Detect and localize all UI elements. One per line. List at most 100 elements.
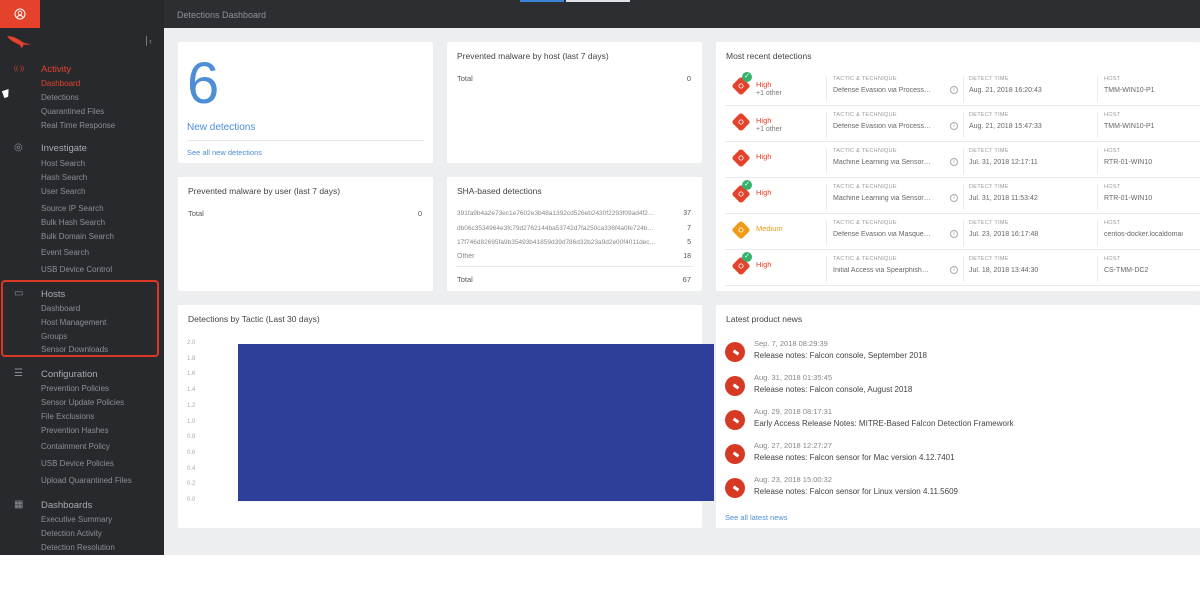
time-column-label: DETECT TIME — [969, 256, 1009, 262]
host-value[interactable]: CS-TMM-DC2 — [1104, 267, 1200, 274]
sidebar-section-label: Configuration — [41, 368, 98, 380]
sidebar-item-activity-dashboard[interactable]: Dashboard — [41, 79, 80, 88]
recent-detections-card: Most recent detections ✓ High +1 other TACT… — [716, 42, 1200, 291]
tactic-column-label: TACTIC & TECHNIQUE — [833, 112, 897, 118]
sidebar-item-investigate-source-ip-search[interactable]: Source IP Search — [41, 204, 104, 213]
host-value[interactable]: centos-docker.localdomai — [1104, 231, 1200, 238]
new-detections-card: 6 New detections See all new detections — [178, 42, 433, 163]
user-menu-button[interactable] — [0, 0, 40, 28]
host-column-label: HOST — [1104, 256, 1121, 262]
news-item[interactable]: Sep. 7, 2018 08:29:39 Release notes: Falc… — [716, 336, 1200, 370]
news-title[interactable]: Release notes: Falcon console, August 20… — [754, 385, 912, 394]
hosts-highlight-box — [1, 280, 159, 357]
column-separator — [963, 220, 964, 246]
news-title[interactable]: Release notes: Falcon console, September… — [754, 351, 927, 360]
sidebar-item-configuration-upload-quarantined-files[interactable]: Upload Quarantined Files — [41, 476, 132, 485]
sha-hash[interactable]: Other — [457, 253, 681, 260]
news-item[interactable]: Aug. 29, 2018 08:17:31 Early Access Relea… — [716, 404, 1200, 438]
info-icon[interactable]: i — [950, 86, 958, 94]
sidebar-section-configuration[interactable]: ☰ Configuration — [14, 367, 98, 381]
detection-row[interactable]: High TACTIC & TECHNIQUE Machine Learning v… — [716, 142, 1200, 178]
top-tab-active[interactable] — [520, 0, 564, 2]
see-all-latest-news-link[interactable]: See all latest news — [725, 513, 788, 522]
news-item[interactable]: Aug. 31, 2018 01:35:45 Release notes: Fal… — [716, 370, 1200, 404]
sidebar-item-activity-quarantined-files[interactable]: Quarantined Files — [41, 107, 104, 116]
falcon-news-icon — [725, 342, 745, 362]
sha-count: 5 — [687, 239, 691, 246]
sidebar-item-investigate-event-search[interactable]: Event Search — [41, 248, 89, 257]
sha-total-value: 67 — [682, 275, 691, 284]
sidebar-item-activity-real-time-response[interactable]: Real Time Response — [41, 121, 115, 130]
severity-icon-inner — [737, 82, 745, 90]
host-value[interactable]: RTR-01-WIN10 — [1104, 159, 1200, 166]
severity-other: +1 other — [756, 126, 782, 133]
new-detections-label: New detections — [187, 122, 256, 133]
sidebar-item-investigate-host-search[interactable]: Host Search — [41, 159, 85, 168]
tactic-value: Defense Evasion via Masque… — [833, 231, 931, 238]
sidebar-section-dashboards[interactable]: ▦ Dashboards — [14, 498, 92, 512]
divider — [187, 140, 424, 141]
tactic-value: Machine Learning via Sensor… — [833, 195, 931, 202]
info-icon[interactable]: i — [950, 266, 958, 274]
sha-hash[interactable]: 391fa9b4a2e73ec1e7602e3b48a1392cd526eb24… — [457, 210, 681, 217]
detection-row[interactable]: ✓ High +1 other TACTIC & TECHNIQUE Defense E… — [716, 70, 1200, 106]
info-icon[interactable]: i — [950, 194, 958, 202]
sidebar-section-activity[interactable]: ((·)) Activity — [14, 62, 71, 76]
sidebar-item-configuration-prevention-policies[interactable]: Prevention Policies — [41, 384, 109, 393]
sidebar-item-dashboards-detection-activity[interactable]: Detection Activity — [41, 529, 102, 538]
sidebar-item-activity-detections[interactable]: Detections — [41, 93, 79, 102]
tactic-column-label: TACTIC & TECHNIQUE — [833, 220, 897, 226]
column-separator — [963, 76, 964, 102]
news-date: Aug. 27, 2018 12:27:27 — [754, 441, 832, 450]
sidebar-item-dashboards-executive-summary[interactable]: Executive Summary — [41, 515, 112, 524]
sidebar-item-configuration-usb-device-policies[interactable]: USB Device Policies — [41, 459, 114, 468]
sidebar-item-investigate-bulk-domain-search[interactable]: Bulk Domain Search — [41, 232, 114, 241]
falcon-news-icon — [725, 410, 745, 430]
column-separator — [826, 112, 827, 138]
host-value[interactable]: TMM-WIN10-P1 — [1104, 87, 1200, 94]
product-news-card: Latest product news Sep. 7, 2018 08:29:3… — [716, 305, 1200, 528]
column-separator — [826, 76, 827, 102]
detection-row[interactable]: ✓ High TACTIC & TECHNIQUE Initial Access vi… — [716, 250, 1200, 286]
host-value[interactable]: TMM-WIN10-P1 — [1104, 123, 1200, 130]
sliders-icon: ☰ — [14, 368, 23, 379]
info-icon[interactable]: i — [950, 158, 958, 166]
sidebar-item-investigate-usb-device-control[interactable]: USB Device Control — [41, 265, 112, 274]
y-tick-label: 2.0 — [187, 340, 196, 346]
see-all-new-detections-link[interactable]: See all new detections — [187, 148, 262, 157]
sidebar-item-investigate-bulk-hash-search[interactable]: Bulk Hash Search — [41, 218, 105, 227]
sidebar-item-dashboards-detection-resolution[interactable]: Detection Resolution — [41, 543, 115, 552]
sidebar-section-investigate[interactable]: ◎ Investigate — [14, 141, 87, 155]
sidebar-item-investigate-hash-search[interactable]: Hash Search — [41, 173, 87, 182]
total-value: 0 — [417, 209, 422, 218]
sidebar-section-label: Activity — [41, 63, 72, 75]
news-title[interactable]: Release notes: Falcon sensor for Linux v… — [754, 487, 958, 496]
sidebar-item-investigate-user-search[interactable]: User Search — [41, 187, 85, 196]
time-column-label: DETECT TIME — [969, 220, 1009, 226]
news-date: Sep. 7, 2018 08:29:39 — [754, 339, 828, 348]
sidebar-item-configuration-containment-policy[interactable]: Containment Policy — [41, 442, 110, 451]
malware-by-host-card: Prevented malware by host (last 7 days) … — [447, 42, 702, 163]
info-icon[interactable]: i — [950, 230, 958, 238]
news-title[interactable]: Early Access Release Notes: MITRE-Based … — [754, 419, 1014, 428]
info-icon[interactable]: i — [950, 122, 958, 130]
sidebar-item-configuration-file-exclusions[interactable]: File Exclusions — [41, 412, 94, 421]
sidebar-item-configuration-sensor-update-policies[interactable]: Sensor Update Policies — [41, 398, 124, 407]
detection-row[interactable]: ✓ High TACTIC & TECHNIQUE Machine Learning … — [716, 178, 1200, 214]
news-title[interactable]: Release notes: Falcon sensor for Mac ver… — [754, 453, 955, 462]
host-value[interactable]: RTR-01-WIN10 — [1104, 195, 1200, 202]
tactic-column-label: TACTIC & TECHNIQUE — [833, 184, 897, 190]
sidebar-item-configuration-prevention-hashes[interactable]: Prevention Hashes — [41, 426, 109, 435]
mouse-cursor-icon — [2, 89, 11, 98]
falcon-logo-icon — [7, 36, 31, 48]
news-item[interactable]: Aug. 27, 2018 12:27:27 Release notes: Fal… — [716, 438, 1200, 472]
detection-row[interactable]: Medium TACTIC & TECHNIQUE Defense Evasion … — [716, 214, 1200, 250]
detection-row[interactable]: High +1 other TACTIC & TECHNIQUE Defense Ev… — [716, 106, 1200, 142]
top-tab[interactable] — [566, 0, 630, 2]
collapse-sidebar-button[interactable]: ‹ — [146, 36, 156, 46]
top-bar: Detections Dashboard — [164, 0, 1200, 28]
chart-bar[interactable] — [238, 344, 714, 501]
sha-hash[interactable]: 17f746d82695fa9b35493b41859d39d786d32b23… — [457, 239, 681, 246]
sha-hash[interactable]: db06c3534964e3fc79d2762144ba53742d7fa250… — [457, 225, 681, 232]
news-item[interactable]: Aug. 23, 2018 15:00:32 Release notes: Fal… — [716, 472, 1200, 506]
